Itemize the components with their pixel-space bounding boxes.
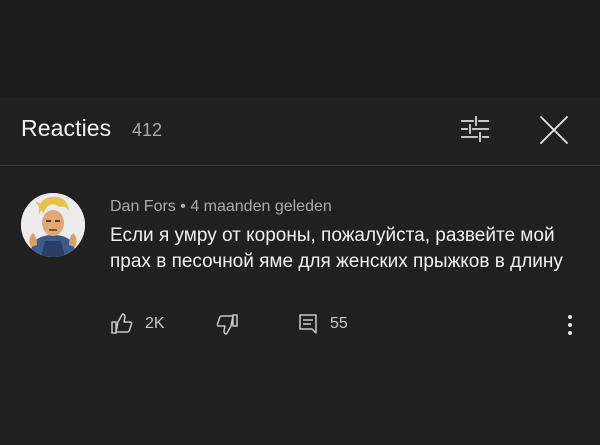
more-options-button[interactable] (562, 312, 578, 338)
comments-count: 412 (132, 120, 163, 140)
thumb-up-icon (111, 313, 133, 334)
comment-meta: Dan Fors • 4 maanden geleden (110, 198, 332, 216)
avatar[interactable] (21, 193, 85, 257)
more-vert-icon (568, 315, 572, 335)
reply-icon (299, 314, 317, 334)
like-count: 2K (145, 315, 165, 332)
comment-actions: 2K 55 (110, 312, 590, 336)
comment-time[interactable]: 4 maanden geleden (190, 198, 331, 215)
thumb-down-icon (216, 314, 238, 335)
meta-separator: • (180, 198, 186, 215)
comment-text: Если я умру от короны, пожалуйста, разве… (110, 225, 563, 272)
avatar-image (21, 193, 85, 257)
sort-button[interactable] (457, 114, 493, 144)
dislike-button[interactable] (215, 312, 239, 336)
video-area (0, 0, 600, 98)
comment-author[interactable]: Dan Fors (110, 198, 176, 215)
like-button[interactable] (110, 312, 134, 336)
sort-icon (461, 116, 489, 142)
reply-button[interactable] (296, 312, 320, 336)
reply-count: 55 (330, 315, 348, 332)
close-icon (540, 116, 568, 144)
close-button[interactable] (536, 112, 572, 148)
comments-title: Reacties (21, 115, 112, 141)
comment-item: Dan Fors • 4 maanden geleden Если я умру… (0, 167, 600, 337)
comments-header: Reacties 412 (0, 98, 600, 166)
